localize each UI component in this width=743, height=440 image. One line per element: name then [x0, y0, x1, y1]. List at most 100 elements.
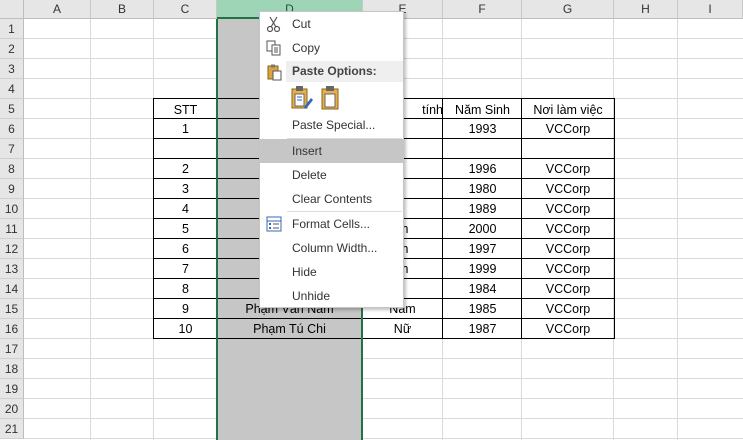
context-menu[interactable]: Cut Copy Paste Options: Paste Special...…	[259, 11, 404, 308]
table-cell-year[interactable]: 1985	[443, 299, 522, 319]
menu-item-insert[interactable]: Insert	[260, 139, 403, 163]
gridline	[677, 19, 678, 440]
header-stt[interactable]: STT	[154, 100, 217, 120]
column-header-g[interactable]: G	[522, 0, 614, 19]
menu-item-label: Clear Contents	[292, 192, 373, 206]
table-cell-stt[interactable]: 3	[154, 179, 217, 199]
menu-item-label: Copy	[292, 41, 321, 55]
gridline	[24, 358, 743, 359]
menu-item-paste-special[interactable]: Paste Special...	[260, 113, 403, 137]
row-header-21[interactable]: 21	[0, 419, 24, 439]
table-cell-year[interactable]: 1997	[443, 239, 522, 259]
column-header-h[interactable]: H	[614, 0, 678, 19]
menu-item-label: Format Cells...	[292, 217, 371, 231]
table-cell-work[interactable]: VCCorp	[522, 239, 614, 259]
menu-item-delete[interactable]: Delete	[260, 163, 403, 187]
column-header-f[interactable]: F	[443, 0, 522, 19]
table-cell-stt[interactable]: 5	[154, 219, 217, 239]
row-header-14[interactable]: 14	[0, 279, 24, 299]
table-cell-work[interactable]: VCCorp	[522, 279, 614, 299]
menu-item-format-cells[interactable]: Format Cells...	[260, 212, 403, 236]
menu-item-clear-contents[interactable]: Clear Contents	[260, 187, 403, 211]
menu-item-copy[interactable]: Copy	[260, 36, 403, 60]
scissors-icon	[265, 15, 283, 33]
paste-option-values-icon[interactable]	[320, 85, 342, 111]
table-cell-stt[interactable]	[154, 139, 217, 159]
row-header-2[interactable]: 2	[0, 39, 24, 59]
paste-options-header: Paste Options:	[286, 61, 403, 82]
table-cell-work[interactable]: VCCorp	[522, 319, 614, 339]
menu-item-label: Cut	[292, 17, 311, 31]
row-header-8[interactable]: 8	[0, 159, 24, 179]
row-header-3[interactable]: 3	[0, 59, 24, 79]
table-cell-work[interactable]	[522, 139, 614, 159]
row-header-12[interactable]: 12	[0, 239, 24, 259]
table-cell-stt[interactable]: 1	[154, 119, 217, 139]
table-cell-stt[interactable]: 9	[154, 299, 217, 319]
table-cell-work[interactable]: VCCorp	[522, 299, 614, 319]
gridline	[24, 438, 743, 439]
row-header-5[interactable]: 5	[0, 99, 24, 119]
table-cell-stt[interactable]: 6	[154, 239, 217, 259]
row-header-7[interactable]: 7	[0, 139, 24, 159]
gridline	[24, 418, 743, 419]
table-cell-year[interactable]: 1980	[443, 179, 522, 199]
gridline	[24, 398, 743, 399]
table-cell-year[interactable]: 1984	[443, 279, 522, 299]
column-header-a[interactable]: A	[24, 0, 91, 19]
row-header-9[interactable]: 9	[0, 179, 24, 199]
gridline	[24, 378, 743, 379]
table-cell-year[interactable]	[443, 139, 522, 159]
column-header-i[interactable]: I	[678, 0, 743, 19]
header-workplace[interactable]: Nơi làm việc	[522, 100, 614, 120]
table-cell-work[interactable]: VCCorp	[522, 119, 614, 139]
table-cell-stt[interactable]: 2	[154, 159, 217, 179]
table-cell-stt[interactable]: 10	[154, 319, 217, 339]
menu-item-unhide[interactable]: Unhide	[260, 284, 403, 308]
menu-item-column-width[interactable]: Column Width...	[260, 236, 403, 260]
row-header-19[interactable]: 19	[0, 379, 24, 399]
menu-item-label: Paste Special...	[292, 118, 376, 132]
row-header-18[interactable]: 18	[0, 359, 24, 379]
gridline	[90, 19, 91, 440]
table-cell-year[interactable]: 2000	[443, 219, 522, 239]
table-cell-gender[interactable]: Nữ	[363, 319, 442, 339]
menu-item-label: Delete	[292, 168, 327, 182]
row-header-20[interactable]: 20	[0, 399, 24, 419]
table-cell-year[interactable]: 1987	[443, 319, 522, 339]
row-header-17[interactable]: 17	[0, 339, 24, 359]
table-cell-work[interactable]: VCCorp	[522, 159, 614, 179]
row-header-1[interactable]: 1	[0, 19, 24, 39]
row-header-6[interactable]: 6	[0, 119, 24, 139]
table-cell-stt[interactable]: 4	[154, 199, 217, 219]
format-cells-icon	[265, 215, 283, 233]
paste-clipboard-icon	[265, 63, 283, 84]
header-birth-year[interactable]: Năm Sinh	[443, 100, 522, 120]
row-header-11[interactable]: 11	[0, 219, 24, 239]
table-cell-year[interactable]: 1989	[443, 199, 522, 219]
table-cell-work[interactable]: VCCorp	[522, 259, 614, 279]
select-all-corner[interactable]	[0, 0, 24, 19]
table-cell-work[interactable]: VCCorp	[522, 219, 614, 239]
column-header-c[interactable]: C	[154, 0, 217, 19]
row-header-4[interactable]: 4	[0, 79, 24, 99]
table-cell-stt[interactable]: 7	[154, 259, 217, 279]
table-cell-year[interactable]: 1996	[443, 159, 522, 179]
table-cell-work[interactable]: VCCorp	[522, 199, 614, 219]
row-header-13[interactable]: 13	[0, 259, 24, 279]
table-cell-work[interactable]: VCCorp	[522, 179, 614, 199]
menu-item-label: Unhide	[292, 289, 331, 303]
row-header-15[interactable]: 15	[0, 299, 24, 319]
table-cell-stt[interactable]: 8	[154, 279, 217, 299]
row-header-10[interactable]: 10	[0, 199, 24, 219]
menu-item-cut[interactable]: Cut	[260, 12, 403, 36]
row-header-16[interactable]: 16	[0, 319, 24, 339]
table-border	[614, 98, 615, 339]
table-cell-year[interactable]: 1993	[443, 119, 522, 139]
menu-item-label: Insert	[292, 144, 323, 158]
table-cell-year[interactable]: 1999	[443, 259, 522, 279]
menu-item-hide[interactable]: Hide	[260, 260, 403, 284]
copy-icon	[265, 39, 283, 57]
column-header-b[interactable]: B	[91, 0, 154, 19]
paste-option-keep-formatting-icon[interactable]	[290, 85, 314, 111]
